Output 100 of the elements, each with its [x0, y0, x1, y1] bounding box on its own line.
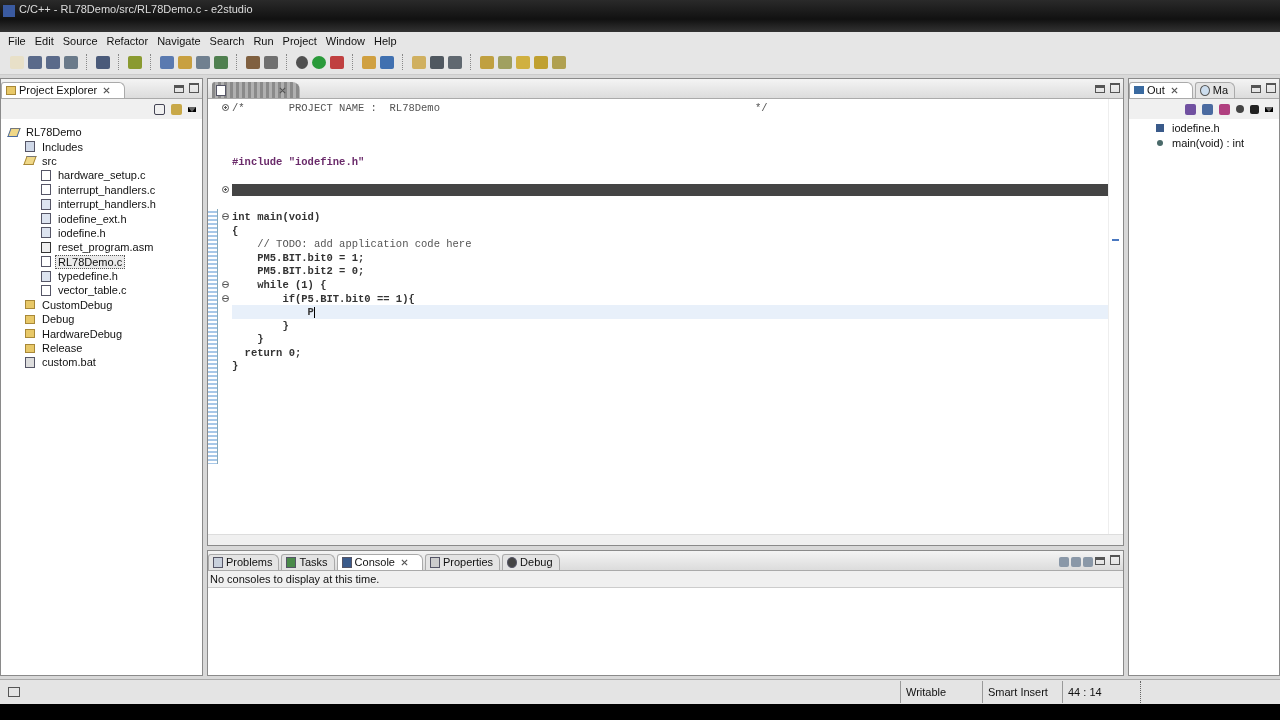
tool-icon[interactable]	[330, 55, 344, 69]
tree-item[interactable]: interrupt_handlers.c	[55, 182, 159, 197]
maximize-icon[interactable]	[1110, 83, 1120, 93]
code-line: #include "iodefine.h"	[232, 156, 365, 169]
maximize-icon[interactable]	[1110, 555, 1120, 565]
view-tab[interactable]: Ma	[1194, 82, 1235, 98]
code-line: }	[281, 319, 289, 332]
menu-item[interactable]: Source	[58, 35, 102, 47]
tree-item[interactable]: CustomDebug	[39, 297, 116, 312]
minimize-icon[interactable]	[1095, 85, 1105, 93]
view-tab[interactable]: Problems	[208, 554, 280, 570]
menu-item[interactable]: Edit	[30, 35, 58, 47]
menu-item[interactable]: File	[4, 35, 30, 47]
occurrence-mark	[1112, 239, 1119, 241]
close-icon[interactable]	[400, 558, 408, 566]
include-icon	[1156, 124, 1164, 133]
tree-item[interactable]: Includes	[39, 139, 86, 154]
header-file-icon	[41, 227, 51, 239]
minimize-icon[interactable]	[1251, 85, 1261, 93]
menu-item[interactable]: Search	[205, 35, 249, 47]
collapse-fold-icon[interactable]	[221, 294, 229, 302]
header-file-icon	[41, 213, 51, 225]
view-menu-icon[interactable]	[188, 106, 196, 112]
code-line: return 0;	[243, 346, 302, 359]
tool-icon[interactable]	[214, 55, 228, 69]
menu-item[interactable]: Refactor	[102, 35, 153, 47]
code-comment: // TODO: add application code here	[256, 238, 472, 251]
menu-item[interactable]: Run	[249, 35, 278, 47]
header-file-icon	[41, 198, 51, 210]
horizontal-scrollbar[interactable]	[208, 534, 1123, 545]
menu-item[interactable]: Project	[278, 35, 321, 47]
minimize-icon[interactable]	[1095, 557, 1105, 565]
tool-icon[interactable]	[430, 55, 444, 69]
tree-item[interactable]: interrupt_handlers.h	[55, 197, 159, 212]
function-icon	[1157, 139, 1163, 146]
code-line: if(P5.BIT.bit0 == 1){	[281, 292, 415, 305]
text-cursor	[313, 306, 315, 318]
c-file-icon	[41, 256, 51, 268]
window-title: C/C++ - RL78Demo/src/RL78Demo.c - e2studio	[19, 3, 253, 15]
status-text: Smart Insert	[982, 681, 1062, 703]
tree-item[interactable]: iodefine.h	[55, 225, 109, 240]
tree-item[interactable]: Debug	[39, 312, 78, 327]
code-line: P	[306, 306, 314, 319]
c-file-icon	[41, 184, 51, 196]
outline-item[interactable]: main(void) : int	[1172, 136, 1245, 149]
tree-item[interactable]: src	[39, 153, 60, 168]
code-line: PM5.BIT.bit0 = 1;	[256, 251, 365, 264]
asm-file-icon	[41, 241, 51, 253]
tool-icon[interactable]	[448, 55, 462, 69]
tool-icon[interactable]	[264, 55, 278, 69]
tree-item[interactable]: reset_program.asm	[55, 240, 157, 255]
view-tab[interactable]: Project Explorer	[1, 82, 126, 98]
code-comment: /* PROJECT NAME : RL78Demo */	[232, 101, 768, 114]
collapse-fold-icon[interactable]	[221, 213, 229, 221]
maximize-icon[interactable]	[1266, 83, 1276, 93]
console-message: No consoles to display at this time.	[208, 571, 1123, 588]
collapse-fold-icon[interactable]	[221, 281, 229, 288]
tree-item[interactable]: RL78Demo.c	[55, 254, 126, 269]
editor-tab[interactable]	[212, 82, 300, 98]
tree-item[interactable]: iodefine_ext.h	[55, 211, 130, 226]
app-icon	[3, 5, 15, 17]
run-icon[interactable]	[312, 55, 326, 69]
expand-fold-icon[interactable]	[221, 185, 229, 193]
tool-icon[interactable]	[196, 55, 210, 69]
view-menu-icon[interactable]	[1265, 106, 1273, 112]
code-line: int main(void)	[232, 210, 321, 223]
view-tab[interactable]: Properties	[424, 554, 501, 570]
code-line: PM5.BIT.bit2 = 0;	[256, 265, 365, 278]
c-file-icon	[41, 285, 51, 296]
c-file-icon	[41, 169, 51, 181]
tool-icon[interactable]	[160, 55, 174, 69]
code-line: while (1) {	[256, 278, 327, 291]
close-icon[interactable]	[103, 86, 111, 94]
tree-item[interactable]: RL78Demo	[23, 125, 85, 140]
minimize-icon[interactable]	[174, 85, 184, 93]
tree-item[interactable]: Release	[39, 341, 86, 356]
expand-fold-icon[interactable]	[221, 104, 229, 112]
view-tab[interactable]: Tasks	[281, 554, 335, 570]
menu-item[interactable]: Window	[321, 35, 369, 47]
file-icon	[25, 356, 35, 368]
code-line: {	[232, 224, 239, 237]
view-tab[interactable]: Debug	[502, 554, 560, 570]
header-file-icon	[41, 270, 51, 282]
code-line: }	[232, 360, 239, 373]
status-text: Writable	[900, 681, 982, 703]
tree-item[interactable]: vector_table.c	[55, 283, 130, 298]
tree-item[interactable]: hardware_setup.c	[55, 168, 149, 183]
close-icon[interactable]	[1170, 86, 1178, 94]
view-tab[interactable]: Console	[336, 554, 423, 570]
tree-item[interactable]: custom.bat	[39, 355, 99, 370]
menu-item[interactable]: Help	[370, 35, 401, 47]
tree-item[interactable]: HardwareDebug	[39, 326, 126, 341]
menu-item[interactable]: Navigate	[153, 35, 205, 47]
view-tab[interactable]: Out	[1129, 82, 1193, 98]
cursor-position: 44 : 14	[1062, 681, 1140, 703]
outline-item[interactable]: iodefine.h	[1172, 122, 1220, 135]
close-icon[interactable]	[279, 86, 286, 94]
tree-item[interactable]: typedefine.h	[55, 269, 121, 284]
maximize-icon[interactable]	[189, 83, 199, 93]
dot-icon[interactable]	[1236, 105, 1244, 113]
